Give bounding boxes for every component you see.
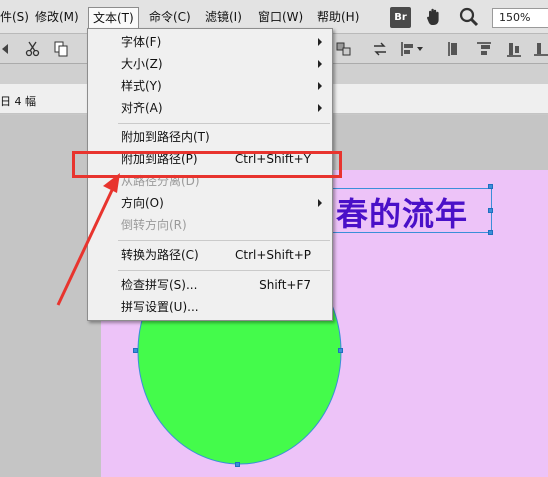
selection-handle[interactable] (488, 184, 493, 189)
arrow-icon[interactable] (0, 41, 16, 57)
selection-handle[interactable] (235, 462, 240, 467)
swap-icon[interactable] (372, 41, 388, 57)
canvas-text[interactable]: 春的流年 (336, 189, 468, 235)
menu-separator (118, 240, 330, 241)
menu-help[interactable]: 帮助(H) (313, 7, 363, 29)
selection-handle[interactable] (488, 230, 493, 235)
submenu-arrow-icon (318, 60, 322, 68)
hand-icon[interactable] (424, 6, 444, 28)
menu-file[interactable]: 件(S) (0, 7, 33, 29)
menu-item-style[interactable]: 样式(Y) (88, 75, 332, 97)
align-middle-icon[interactable] (506, 41, 522, 57)
zoom-level-field[interactable]: 150% (492, 8, 548, 28)
align-icon[interactable] (400, 41, 424, 57)
distribute-icon[interactable] (446, 41, 462, 57)
menu-item-font[interactable]: 字体(F) (88, 31, 332, 53)
menu-item-reverse-direction[interactable]: 倒转方向(R) (88, 214, 332, 236)
menu-item-size[interactable]: 大小(Z) (88, 53, 332, 75)
selection-handle[interactable] (488, 208, 493, 213)
selection-handle[interactable] (338, 348, 343, 353)
menu-modify[interactable]: 修改(M) (31, 7, 83, 29)
cut-icon[interactable] (25, 41, 41, 57)
align-top-icon[interactable] (476, 41, 492, 57)
menu-separator (118, 270, 330, 271)
bridge-button[interactable]: Br (390, 7, 411, 28)
menu-item-convert-to-paths[interactable]: 转换为路径(C) Ctrl+Shift+P (88, 244, 332, 266)
align-bottom-icon[interactable] (534, 41, 548, 57)
menu-item-attach-inside-path[interactable]: 附加到路径内(T) (88, 126, 332, 148)
menu-commands[interactable]: 命令(C) (145, 7, 195, 29)
zoom-icon[interactable] (458, 6, 480, 28)
copy-icon[interactable] (53, 41, 69, 57)
group-icon[interactable] (336, 41, 352, 57)
menu-item-check-spelling[interactable]: 检查拼写(S)... Shift+F7 (88, 274, 332, 296)
menu-text[interactable]: 文本(T) (88, 7, 139, 29)
submenu-arrow-icon (318, 199, 322, 207)
submenu-arrow-icon (318, 38, 322, 46)
submenu-arrow-icon (318, 104, 322, 112)
highlight-box (72, 151, 342, 178)
menu-item-orientation[interactable]: 方向(O) (88, 192, 332, 214)
menu-separator (118, 123, 330, 124)
menu-item-align[interactable]: 对齐(A) (88, 97, 332, 119)
submenu-arrow-icon (318, 82, 322, 90)
selection-handle[interactable] (133, 348, 138, 353)
page-count-label: 日 4 幅 (0, 95, 36, 108)
menu-filters[interactable]: 滤镜(I) (201, 7, 246, 29)
menu-window[interactable]: 窗口(W) (254, 7, 307, 29)
menu-item-spelling-setup[interactable]: 拼写设置(U)... (88, 296, 332, 318)
